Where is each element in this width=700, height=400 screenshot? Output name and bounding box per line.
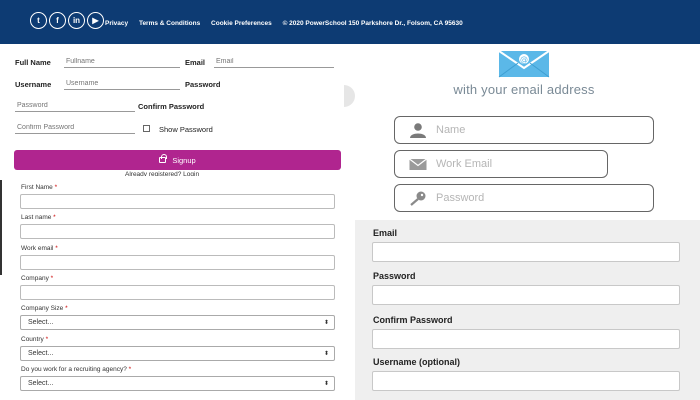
required-mark: * bbox=[65, 305, 68, 312]
account-confirm-password-input[interactable] bbox=[372, 329, 680, 349]
country-label-text: Country bbox=[21, 336, 44, 343]
footer-links: Privacy Terms & Conditions Cookie Prefer… bbox=[105, 20, 472, 27]
company-size-select[interactable]: Select... ⬍ bbox=[20, 315, 335, 330]
mail-icon bbox=[409, 158, 427, 170]
select-arrows-icon: ⬍ bbox=[323, 381, 329, 387]
company-size-label: Company Size * bbox=[21, 305, 68, 312]
privacy-link[interactable]: Privacy bbox=[105, 20, 128, 27]
password-input-right[interactable]: Password bbox=[394, 184, 654, 212]
required-mark: * bbox=[53, 214, 56, 221]
last-name-input[interactable] bbox=[20, 224, 335, 239]
recruiting-agency-label: Do you work for a recruiting agency? * bbox=[21, 366, 131, 373]
recruiting-agency-label-text: Do you work for a recruiting agency? bbox=[21, 366, 127, 373]
country-label: Country * bbox=[21, 336, 48, 343]
company-size-value: Select... bbox=[28, 319, 54, 326]
page: t f in ▶ Privacy Terms & Conditions Cook… bbox=[0, 0, 700, 400]
account-password-input[interactable] bbox=[372, 285, 680, 305]
confirm-password-label: Confirm Password bbox=[138, 102, 205, 111]
name-placeholder: Name bbox=[436, 124, 466, 136]
account-confirm-password-label: Confirm Password bbox=[373, 315, 453, 325]
account-email-label: Email bbox=[373, 228, 398, 238]
fullname-input[interactable] bbox=[64, 56, 180, 68]
scroll-handle[interactable] bbox=[344, 85, 355, 107]
account-username-input[interactable] bbox=[372, 371, 680, 391]
person-icon bbox=[410, 123, 426, 138]
email-input[interactable] bbox=[214, 56, 334, 68]
cookie-preferences-link[interactable]: Cookie Preferences bbox=[211, 20, 272, 27]
left-edge-bar bbox=[0, 180, 2, 275]
email-label: Email bbox=[185, 58, 206, 67]
required-mark: * bbox=[128, 366, 132, 373]
terms-link[interactable]: Terms & Conditions bbox=[139, 20, 200, 27]
work-email-label: Work email * bbox=[21, 245, 58, 252]
signup-button[interactable]: Signup bbox=[14, 150, 341, 170]
select-arrows-icon: ⬍ bbox=[323, 351, 329, 357]
username-input[interactable] bbox=[64, 78, 180, 90]
first-name-input[interactable] bbox=[20, 194, 335, 209]
company-label-text: Company bbox=[21, 275, 49, 282]
facebook-icon[interactable]: f bbox=[49, 12, 66, 29]
youtube-icon[interactable]: ▶ bbox=[87, 12, 104, 29]
company-input[interactable] bbox=[20, 285, 335, 300]
key-icon bbox=[410, 191, 426, 206]
top-footer-bar: t f in ▶ Privacy Terms & Conditions Cook… bbox=[0, 0, 700, 44]
login-link[interactable]: Already registered? Login bbox=[125, 171, 199, 176]
work-email-input-right[interactable]: Work Email bbox=[394, 150, 608, 178]
first-name-label: First Name * bbox=[21, 184, 57, 191]
country-value: Select... bbox=[28, 350, 54, 357]
company-size-label-text: Company Size bbox=[21, 305, 64, 312]
name-input[interactable]: Name bbox=[394, 116, 654, 144]
required-mark: * bbox=[54, 184, 58, 191]
show-password-checkbox[interactable] bbox=[143, 125, 150, 132]
linkedin-icon[interactable]: in bbox=[68, 12, 85, 29]
envelope-icon: @ bbox=[498, 50, 550, 78]
confirm-password-input[interactable] bbox=[15, 122, 135, 134]
required-mark: * bbox=[45, 336, 49, 343]
last-name-label: Last name * bbox=[21, 214, 56, 221]
required-mark: * bbox=[50, 275, 54, 282]
account-username-label: Username (optional) bbox=[373, 357, 461, 367]
signup-button-label: Signup bbox=[172, 155, 196, 165]
company-label: Company * bbox=[21, 275, 53, 282]
password-label: Password bbox=[185, 80, 221, 89]
lock-icon bbox=[159, 154, 167, 163]
account-email-input[interactable] bbox=[372, 242, 680, 262]
show-password-label: Show Password bbox=[159, 125, 213, 134]
twitter-icon[interactable]: t bbox=[30, 12, 47, 29]
password-placeholder: Password bbox=[436, 192, 485, 204]
select-arrows-icon: ⬍ bbox=[323, 320, 329, 326]
copyright-text: © 2020 PowerSchool 150 Parkshore Dr., Fo… bbox=[282, 20, 463, 27]
svg-text:@: @ bbox=[520, 55, 528, 64]
work-email-input[interactable] bbox=[20, 255, 335, 270]
username-label: Username bbox=[15, 80, 52, 89]
first-name-label-text: First Name bbox=[21, 184, 53, 191]
account-password-label: Password bbox=[373, 271, 416, 281]
recruiting-agency-value: Select... bbox=[28, 380, 54, 387]
fullname-label: Full Name bbox=[15, 58, 51, 67]
social-icons: t f in ▶ bbox=[30, 12, 104, 29]
recruiting-agency-select[interactable]: Select... ⬍ bbox=[20, 376, 335, 391]
password-input[interactable] bbox=[15, 100, 135, 112]
country-select[interactable]: Select... ⬍ bbox=[20, 346, 335, 361]
work-email-placeholder: Work Email bbox=[436, 158, 493, 170]
email-heading: with your email address bbox=[453, 82, 595, 97]
required-mark: * bbox=[55, 245, 58, 252]
last-name-label-text: Last name bbox=[21, 214, 52, 221]
work-email-label-text: Work email bbox=[21, 245, 54, 252]
